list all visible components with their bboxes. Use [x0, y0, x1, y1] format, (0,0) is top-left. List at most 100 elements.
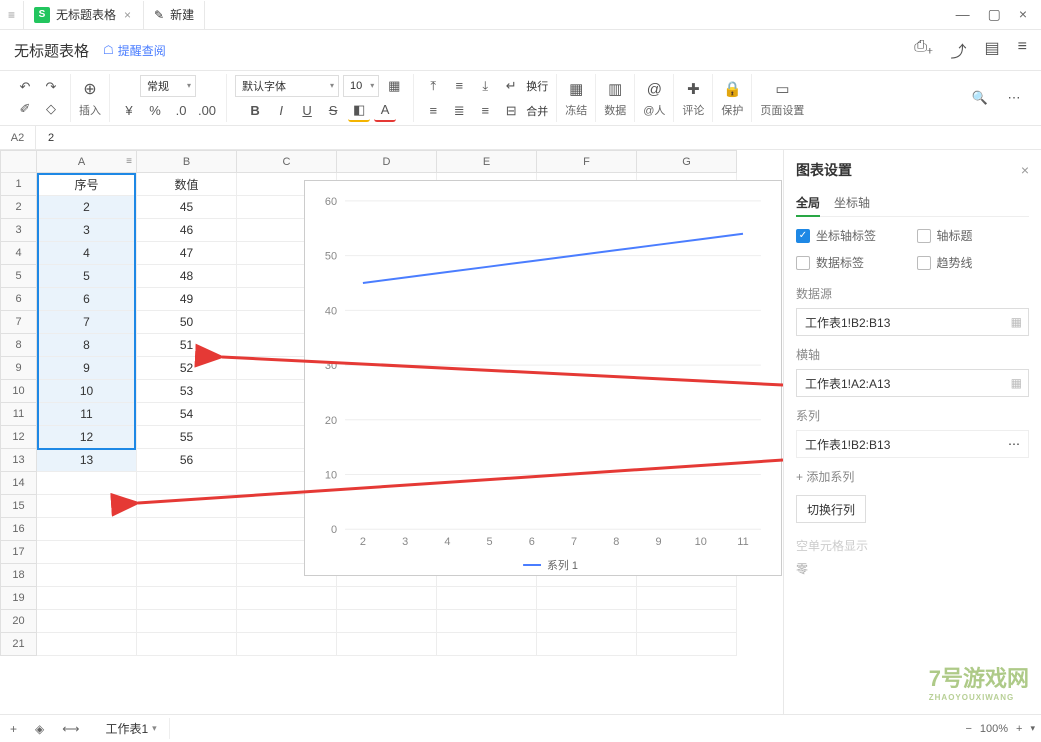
align-right-icon[interactable]: ≡	[474, 100, 496, 122]
wrap-icon[interactable]: ↵	[500, 75, 522, 97]
cell[interactable]	[337, 587, 437, 610]
series-more-icon[interactable]: ⋯	[1008, 437, 1020, 451]
cell[interactable]	[437, 610, 537, 633]
row-header-3[interactable]: 3	[1, 219, 37, 242]
align-left-icon[interactable]: ≡	[422, 100, 444, 122]
row-header-19[interactable]: 19	[1, 587, 37, 610]
sheet-tab[interactable]: 工作表1▾	[93, 718, 169, 739]
strike-icon[interactable]: S	[322, 100, 344, 122]
close-window-icon[interactable]: ×	[1019, 6, 1027, 23]
add-sheet-icon[interactable]: +	[6, 722, 21, 736]
clear-format-icon[interactable]: ◇	[40, 98, 62, 120]
comment-group[interactable]: ✚ 评论	[674, 74, 713, 122]
chart[interactable]: 0102030405060234567891011系列 1	[304, 180, 782, 576]
col-header-E[interactable]: E	[437, 151, 537, 173]
cell[interactable]	[37, 633, 137, 656]
page-group[interactable]: ▭ 页面设置	[752, 74, 812, 122]
minimize-icon[interactable]: —	[956, 6, 970, 23]
menu-icon[interactable]: ≡	[1018, 38, 1027, 62]
cell[interactable]	[437, 633, 537, 656]
row-header-9[interactable]: 9	[1, 357, 37, 380]
cell[interactable]: 45	[137, 196, 237, 219]
zoom-value[interactable]: 100%	[980, 723, 1008, 735]
zoom-out-icon[interactable]: −	[965, 723, 971, 735]
check-axis-label[interactable]: ✓坐标轴标签	[796, 227, 909, 244]
cell[interactable]	[237, 633, 337, 656]
number-format-select[interactable]: 常规	[140, 75, 196, 97]
col-header-D[interactable]: D	[337, 151, 437, 173]
cell[interactable]	[137, 541, 237, 564]
insert-group[interactable]: ⊕ 插入	[71, 74, 110, 122]
tab-axes[interactable]: 坐标轴	[834, 190, 870, 216]
col-header-A[interactable]: A≡	[37, 151, 137, 173]
panel-close-icon[interactable]: ×	[1021, 162, 1029, 178]
share-icon[interactable]: ⤴	[951, 38, 967, 62]
border-icon[interactable]: ▦	[383, 75, 405, 97]
cell[interactable]	[237, 587, 337, 610]
col-header-F[interactable]: F	[537, 151, 637, 173]
row-header-4[interactable]: 4	[1, 242, 37, 265]
data-group[interactable]: ▥ 数据	[596, 74, 635, 122]
input-xaxis[interactable]: 工作表1!A2:A13▦	[796, 369, 1029, 397]
row-header-10[interactable]: 10	[1, 380, 37, 403]
cell[interactable]: 8	[37, 334, 137, 357]
row-header-18[interactable]: 18	[1, 564, 37, 587]
check-trend[interactable]: 趋势线	[917, 254, 1030, 271]
cell[interactable]: 51	[137, 334, 237, 357]
freeze-group[interactable]: ▦ 冻结	[557, 74, 596, 122]
cell[interactable]	[337, 633, 437, 656]
cell[interactable]: 数值	[137, 173, 237, 196]
cell[interactable]	[537, 587, 637, 610]
mention-group[interactable]: @ @人	[635, 74, 674, 122]
doc-title[interactable]: 无标题表格	[14, 40, 89, 61]
cell[interactable]	[437, 587, 537, 610]
currency-icon[interactable]: ¥	[118, 100, 140, 122]
cell[interactable]	[137, 587, 237, 610]
merge-icon[interactable]: ⊟	[500, 100, 522, 122]
row-header-6[interactable]: 6	[1, 288, 37, 311]
cell[interactable]	[237, 610, 337, 633]
cell[interactable]: 10	[37, 380, 137, 403]
row-header-11[interactable]: 11	[1, 403, 37, 426]
app-menu[interactable]: ≡	[0, 1, 24, 29]
protect-group[interactable]: 🔒 保护	[713, 74, 752, 122]
toolbar-more-icon[interactable]: ⋯	[1003, 87, 1025, 109]
add-user-icon[interactable]: ⎙₊	[914, 38, 932, 62]
row-header-13[interactable]: 13	[1, 449, 37, 472]
fill-color-icon[interactable]: ◧	[348, 100, 370, 122]
sheets-list-icon[interactable]: ◈	[31, 722, 48, 736]
cell[interactable]	[37, 587, 137, 610]
cell[interactable]: 12	[37, 426, 137, 449]
text-color-icon[interactable]: A	[374, 100, 396, 122]
cell[interactable]: 5	[37, 265, 137, 288]
zoom-in-icon[interactable]: +	[1016, 723, 1022, 735]
bold-icon[interactable]: B	[244, 100, 266, 122]
cell[interactable]: 54	[137, 403, 237, 426]
underline-icon[interactable]: U	[296, 100, 318, 122]
cell[interactable]: 55	[137, 426, 237, 449]
switch-rowcol-button[interactable]: 切换行列	[796, 495, 866, 523]
new-tab[interactable]: ✎ 新建	[144, 1, 205, 29]
cell[interactable]	[137, 472, 237, 495]
check-data-label[interactable]: 数据标签	[796, 254, 909, 271]
cell[interactable]	[137, 633, 237, 656]
row-header-21[interactable]: 21	[1, 633, 37, 656]
cell[interactable]: 53	[137, 380, 237, 403]
row-header-1[interactable]: 1	[1, 173, 37, 196]
cell[interactable]: 50	[137, 311, 237, 334]
cell[interactable]: 11	[37, 403, 137, 426]
cell[interactable]	[137, 495, 237, 518]
cell[interactable]	[37, 541, 137, 564]
row-header-8[interactable]: 8	[1, 334, 37, 357]
cell[interactable]	[137, 610, 237, 633]
cell[interactable]	[37, 610, 137, 633]
row-header-7[interactable]: 7	[1, 311, 37, 334]
col-header-B[interactable]: B	[137, 151, 237, 173]
col-header-G[interactable]: G	[637, 151, 737, 173]
cell[interactable]	[37, 564, 137, 587]
valign-mid-icon[interactable]: ≡	[448, 75, 470, 97]
doc-tab-active[interactable]: S 无标题表格 ×	[24, 1, 144, 29]
cell[interactable]	[537, 610, 637, 633]
row-header-12[interactable]: 12	[1, 426, 37, 449]
cell[interactable]: 52	[137, 357, 237, 380]
